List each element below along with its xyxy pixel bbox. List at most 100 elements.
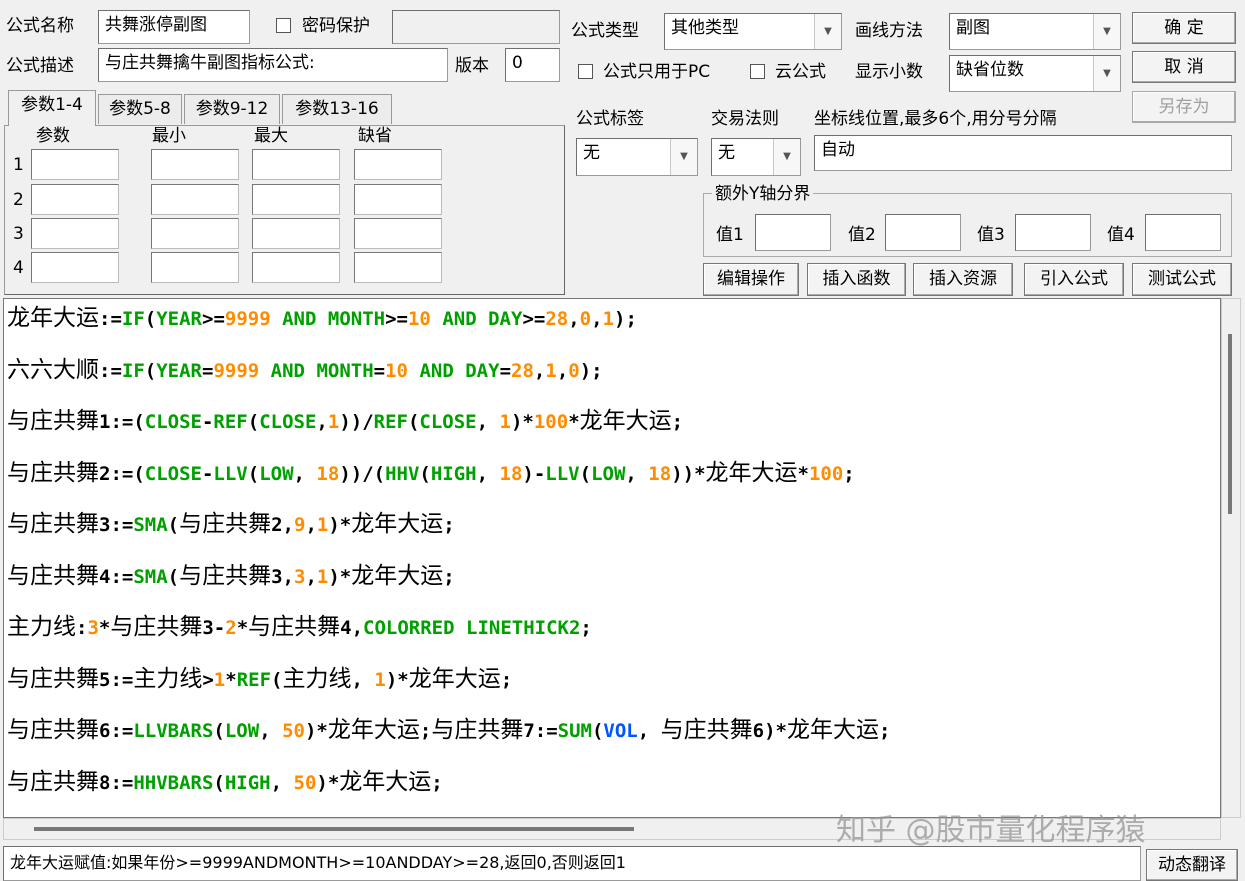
code-token: 1 xyxy=(327,411,340,433)
code-token: ; xyxy=(580,617,592,639)
param-min-input[interactable] xyxy=(151,149,239,180)
param-name-input[interactable] xyxy=(31,218,119,249)
code-token: = xyxy=(373,359,386,382)
param-min-input[interactable] xyxy=(151,184,239,215)
version-input[interactable]: 0 xyxy=(505,48,560,82)
code-token: VOL xyxy=(603,720,638,742)
password-label: 密码保护 xyxy=(302,16,370,36)
code-token: 3:= xyxy=(99,514,134,536)
code-line: 六六大顺:=IF(YEAR=9999 AND MONTH=10 AND DAY=… xyxy=(7,355,603,386)
vertical-scrollbar-thumb[interactable] xyxy=(1228,334,1232,514)
code-token: , xyxy=(476,411,500,433)
code-token: COLORRED xyxy=(363,617,455,639)
param-default-input[interactable] xyxy=(354,218,442,249)
code-token: LLVBARS xyxy=(133,720,214,742)
value4-input[interactable] xyxy=(1145,214,1221,251)
cancel-button[interactable]: 取 消 xyxy=(1132,51,1236,83)
param-header-name: 参数 xyxy=(36,126,70,146)
code-token: ( xyxy=(419,462,431,485)
code-token: - xyxy=(201,462,214,485)
param-name-input[interactable] xyxy=(31,149,119,180)
coord-lines-input[interactable]: 自动 xyxy=(814,135,1232,171)
formula-name-input[interactable]: 共舞涨停副图 xyxy=(98,10,250,44)
code-token: 主力线 xyxy=(282,665,352,692)
chevron-down-icon: ▼ xyxy=(1093,14,1120,49)
value1-input[interactable] xyxy=(755,214,831,251)
code-token: , xyxy=(259,720,283,742)
param-default-input[interactable] xyxy=(354,252,442,283)
param-max-input[interactable] xyxy=(252,218,340,249)
formula-type-select[interactable]: 其他类型 ▼ xyxy=(664,13,842,50)
param-name-input[interactable] xyxy=(31,252,119,283)
code-line: 与庄共舞2:=(CLOSE-LLV(LOW, 18))/(HHV(HIGH, 1… xyxy=(7,458,855,489)
param-header-max: 最大 xyxy=(254,126,288,146)
code-line: 龙年大运:=IF(YEAR>=9999 AND MONTH>=10 AND DA… xyxy=(7,303,637,334)
vertical-scrollbar[interactable] xyxy=(1221,298,1241,818)
insert-function-button[interactable]: 插入函数 xyxy=(807,263,906,296)
tab-params-9-12[interactable]: 参数9-12 xyxy=(184,94,280,124)
param-row-number: 2 xyxy=(13,190,24,210)
code-token: 1 xyxy=(374,668,386,691)
code-token: >= xyxy=(202,308,225,330)
param-max-input[interactable] xyxy=(252,252,340,283)
code-token: ; xyxy=(443,514,455,536)
test-formula-button[interactable]: 测试公式 xyxy=(1132,263,1232,296)
decimals-select[interactable]: 缺省位数 ▼ xyxy=(949,55,1121,92)
code-token: = xyxy=(202,359,214,382)
param-default-input[interactable] xyxy=(354,184,442,215)
param-name-input[interactable] xyxy=(31,184,119,215)
cloud-label: 云公式 xyxy=(775,62,826,82)
import-formula-button[interactable]: 引入公式 xyxy=(1024,263,1124,296)
save-as-button[interactable]: 另存为 xyxy=(1132,91,1236,123)
value3-input[interactable] xyxy=(1015,214,1091,251)
code-token: AND xyxy=(419,359,454,382)
code-token: ( xyxy=(144,359,157,382)
tab-params-13-16[interactable]: 参数13-16 xyxy=(282,94,392,124)
code-token: 0 xyxy=(568,359,580,382)
value2-label: 值2 xyxy=(848,225,876,245)
param-min-input[interactable] xyxy=(151,218,239,249)
insert-resource-button[interactable]: 插入资源 xyxy=(913,263,1013,296)
code-editor[interactable]: 龙年大运:=IF(YEAR>=9999 AND MONTH>=10 AND DA… xyxy=(3,298,1221,818)
value2-input[interactable] xyxy=(885,214,961,251)
code-token: ))* xyxy=(671,462,706,485)
param-max-input[interactable] xyxy=(252,184,340,215)
draw-method-select[interactable]: 副图 ▼ xyxy=(949,13,1121,50)
dynamic-translate-button[interactable]: 动态翻译 xyxy=(1146,849,1238,881)
code-token: , xyxy=(270,771,294,794)
code-token: CLOSE xyxy=(144,411,202,433)
code-token: 与庄共舞 xyxy=(431,717,524,743)
code-token: , xyxy=(305,565,317,588)
code-token: AND xyxy=(442,308,477,330)
code-token: 18 xyxy=(316,462,340,485)
param-min-input[interactable] xyxy=(151,252,239,283)
code-token: 50 xyxy=(282,720,305,742)
code-token: 3 xyxy=(87,617,99,639)
pc-only-checkbox[interactable] xyxy=(578,64,593,79)
value1-label: 值1 xyxy=(716,225,744,245)
edit-operations-button[interactable]: 编辑操作 xyxy=(703,263,799,296)
trade-rule-select[interactable]: 无 ▼ xyxy=(711,138,801,176)
cloud-checkbox[interactable] xyxy=(750,64,765,79)
tab-params-1-4[interactable]: 参数1-4 xyxy=(8,90,96,126)
code-token: , xyxy=(316,411,328,433)
chevron-down-icon: ▼ xyxy=(814,14,841,49)
tab-params-5-8[interactable]: 参数5-8 xyxy=(98,94,182,124)
param-max-input[interactable] xyxy=(252,149,340,180)
code-token: >= xyxy=(385,308,408,330)
horizontal-scrollbar-thumb[interactable] xyxy=(34,827,634,831)
code-token: 主力线 xyxy=(133,665,203,692)
formula-desc-input[interactable]: 与庄共舞擒牛副图指标公式: xyxy=(98,48,448,82)
code-token: 3 xyxy=(294,565,306,588)
code-token: 9999 xyxy=(224,308,271,330)
code-token: 5:= xyxy=(99,668,134,691)
password-checkbox[interactable] xyxy=(276,18,291,33)
code-token: REF xyxy=(236,668,272,691)
formula-tag-select[interactable]: 无 ▼ xyxy=(576,138,698,176)
param-default-input[interactable] xyxy=(354,149,442,180)
password-input[interactable] xyxy=(392,10,560,44)
code-token: 龙年大运 xyxy=(351,511,444,537)
ok-button[interactable]: 确 定 xyxy=(1132,12,1236,44)
code-line: 与庄共舞1:=(CLOSE-REF(CLOSE,1))/REF(CLOSE, 1… xyxy=(7,406,683,437)
